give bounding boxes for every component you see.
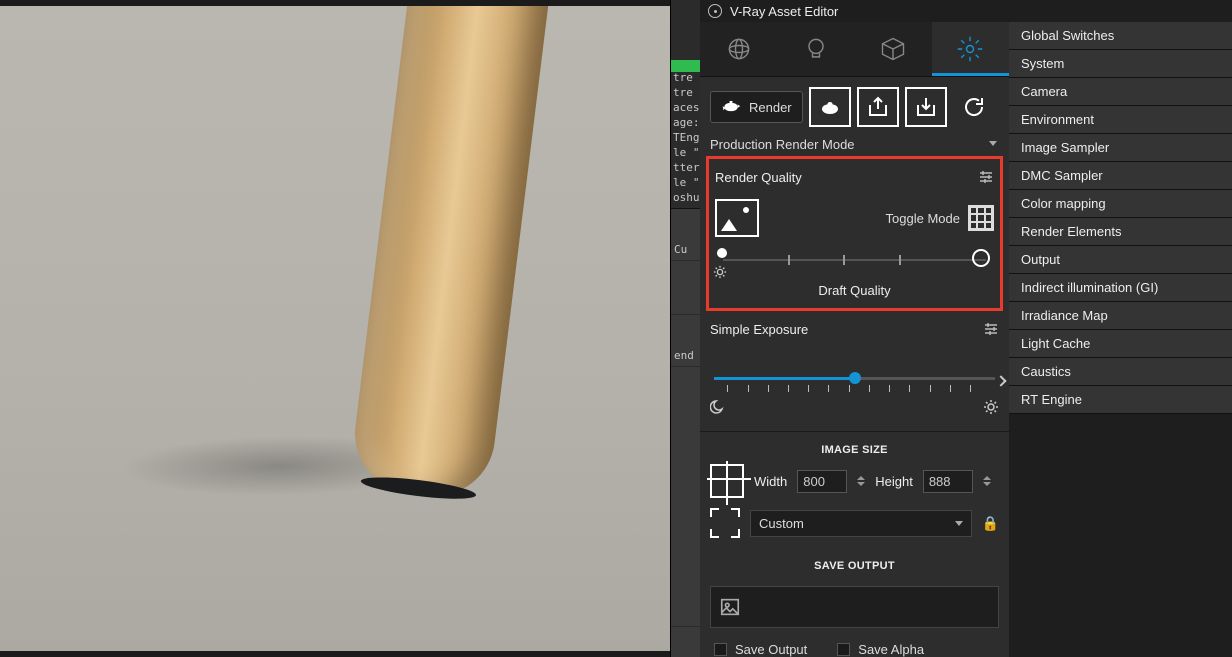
import-button[interactable] [905, 87, 947, 127]
vray-logo-icon [708, 4, 722, 18]
cat-light-cache[interactable]: Light Cache [1009, 330, 1232, 358]
cat-camera[interactable]: Camera [1009, 78, 1232, 106]
bulb-icon [802, 35, 830, 63]
save-path-input[interactable] [710, 586, 999, 628]
download-icon [914, 95, 938, 119]
exposure-knob[interactable] [849, 372, 861, 384]
window-title: V-Ray Asset Editor [730, 4, 838, 19]
cat-caustics[interactable]: Caustics [1009, 358, 1232, 386]
aspect-preset-select[interactable]: Custom [750, 510, 972, 537]
picture-icon [719, 596, 741, 618]
render-quality-highlight: Render Quality Toggle Mode [706, 156, 1003, 311]
render-mode-dropdown[interactable]: Production Render Mode [710, 133, 999, 156]
cat-rt-engine[interactable]: RT Engine [1009, 386, 1232, 414]
lock-icon[interactable]: 🔒 [982, 515, 999, 532]
cat-global-switches[interactable]: Global Switches [1009, 22, 1232, 50]
quality-slider[interactable] [715, 255, 994, 277]
teapot-frame-icon [818, 95, 842, 119]
undo-icon [962, 95, 986, 119]
aspect-icon[interactable] [710, 464, 744, 498]
save-output-checkbox[interactable]: Save Output [714, 642, 807, 657]
gear-icon [956, 35, 984, 63]
render-label: Render [749, 100, 792, 115]
categories-panel: Global Switches System Camera Environmen… [1009, 22, 1232, 657]
width-spinner[interactable] [857, 476, 865, 486]
render-button[interactable]: Render [710, 91, 803, 123]
cat-image-sampler[interactable]: Image Sampler [1009, 134, 1232, 162]
save-output-header: SAVE OUTPUT [700, 548, 1009, 580]
sun-icon [983, 399, 999, 415]
save-alpha-checkbox[interactable]: Save Alpha [837, 642, 924, 657]
tab-settings[interactable] [932, 22, 1009, 76]
sliders-icon[interactable] [978, 169, 994, 185]
gear-small-icon [713, 265, 727, 279]
export-button[interactable] [857, 87, 899, 127]
toggle-mode-label: Toggle Mode [886, 211, 960, 226]
grid-icon[interactable] [968, 205, 994, 231]
width-input[interactable]: 800 [797, 470, 847, 493]
height-spinner[interactable] [983, 476, 991, 486]
cat-render-elements[interactable]: Render Elements [1009, 218, 1232, 246]
image-size-header: IMAGE SIZE [700, 432, 1009, 464]
cat-environment[interactable]: Environment [1009, 106, 1232, 134]
title-bar[interactable]: V-Ray Asset Editor [700, 0, 1232, 22]
render-quality-header: Render Quality [715, 170, 802, 185]
moon-icon [710, 399, 726, 415]
cat-output[interactable]: Output [1009, 246, 1232, 274]
region-icon[interactable] [710, 508, 740, 538]
tab-geometry[interactable] [855, 22, 932, 76]
exposure-slider[interactable] [710, 371, 999, 397]
cat-color-mapping[interactable]: Color mapping [1009, 190, 1232, 218]
height-input[interactable]: 888 [923, 470, 973, 493]
teapot-icon [721, 97, 741, 117]
cat-indirect-illumination[interactable]: Indirect illumination (GI) [1009, 274, 1232, 302]
furniture-leg [348, 0, 552, 503]
cat-dmc-sampler[interactable]: DMC Sampler [1009, 162, 1232, 190]
cube-icon [879, 35, 907, 63]
quality-value-label: Draft Quality [715, 283, 994, 298]
height-label: Height [875, 474, 913, 489]
viewport [0, 0, 670, 657]
tab-materials[interactable] [700, 22, 777, 76]
sliders-icon[interactable] [983, 321, 999, 337]
sphere-icon [725, 35, 753, 63]
image-quality-icon [715, 199, 759, 237]
cat-irradiance-map[interactable]: Irradiance Map [1009, 302, 1232, 330]
interactive-render-button[interactable] [809, 87, 851, 127]
upload-icon [866, 95, 890, 119]
exposure-header: Simple Exposure [710, 322, 808, 337]
width-label: Width [754, 474, 787, 489]
reset-button[interactable] [953, 87, 995, 127]
asset-editor: V-Ray Asset Editor [700, 0, 1232, 657]
quality-knob[interactable] [972, 249, 990, 267]
console-sliver: tre tre aces: age: TEng le " tter le " o… [670, 0, 700, 657]
tab-lights[interactable] [777, 22, 854, 76]
cat-system[interactable]: System [1009, 50, 1232, 78]
